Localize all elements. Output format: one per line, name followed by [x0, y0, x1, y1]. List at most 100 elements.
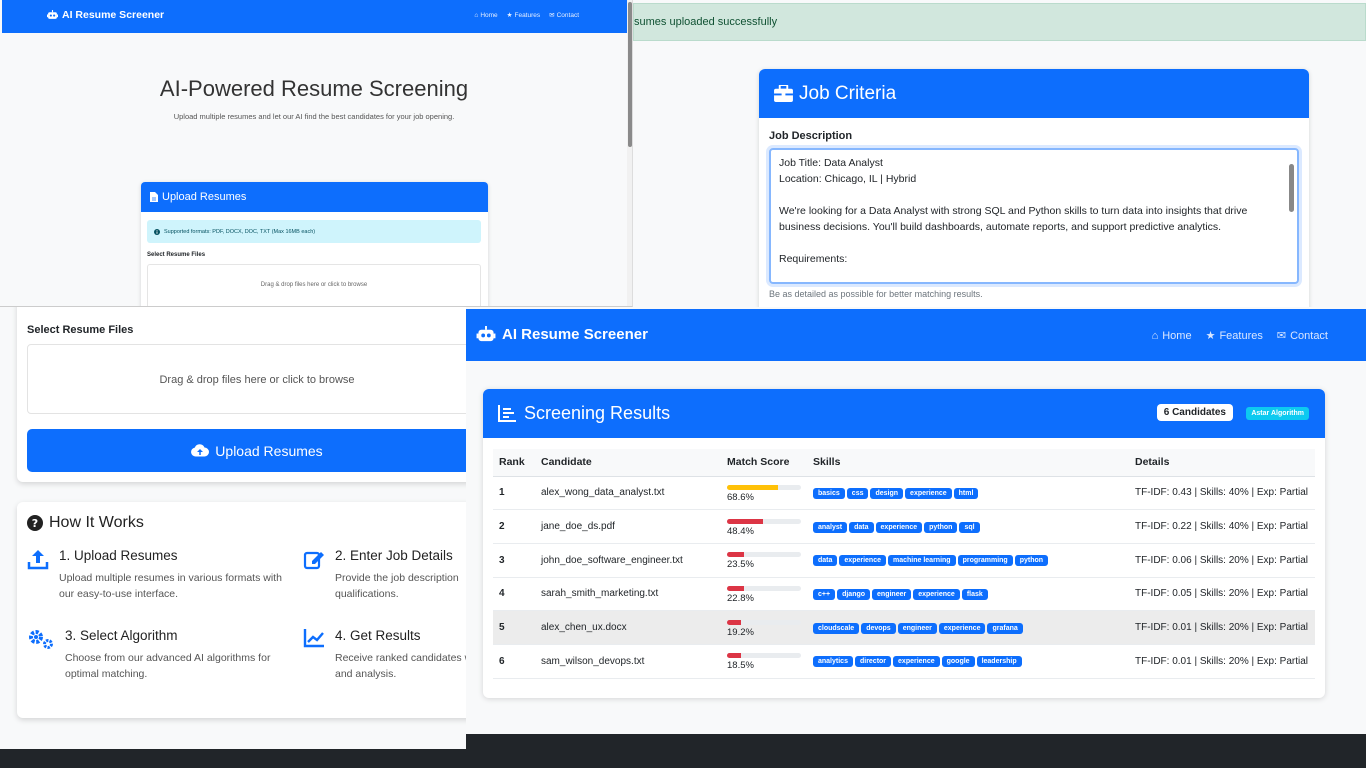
line-chart-icon	[303, 628, 325, 648]
upload-icon	[27, 548, 49, 570]
textarea-scrollbar-thumb[interactable]	[1289, 164, 1294, 212]
header-candidate: Candidate	[535, 449, 721, 477]
svg-text:?: ?	[32, 517, 38, 530]
rank-cell: 1	[493, 476, 535, 511]
skill-badge: experience	[875, 521, 923, 533]
question-circle-icon: ?	[27, 515, 43, 531]
skill-badge: experience	[905, 487, 952, 499]
score-bar-fill	[727, 619, 742, 625]
candidate-cell: alex_chen_ux.docx	[535, 610, 721, 645]
table-row[interactable]: 5 alex_chen_ux.docx 19.2% cloudscale devops e…	[493, 610, 1315, 645]
candidate-cell: alex_wong_data_analyst.txt	[535, 476, 721, 511]
drop-zone[interactable]: Drag & drop files here or click to brows…	[147, 264, 481, 306]
upload-resumes-button[interactable]: Upload Resumes	[27, 429, 466, 472]
navbar: AI Resume Screener ⌂ Home ★ Features ✉ Cont…	[466, 309, 1366, 361]
briefcase-icon	[774, 85, 793, 102]
skill-badge: machine learning	[888, 555, 956, 567]
score-bar-fill	[727, 585, 744, 591]
page-scrollbar[interactable]	[627, 0, 632, 306]
table-row[interactable]: 4 sarah_smith_marketing.txt 22.8% c++ django…	[493, 577, 1315, 612]
upload-card: Upload Resumes Supported formats: PDF, D…	[141, 182, 488, 306]
job-description-textarea[interactable]: Job Title: Data Analyst Location: Chicag…	[769, 148, 1299, 284]
page-footer	[0, 749, 466, 768]
skill-badge: experience	[913, 588, 960, 600]
list-icon	[498, 405, 516, 422]
how-it-works-title: ? How It Works	[27, 514, 144, 532]
scrollbar-thumb[interactable]	[628, 2, 632, 147]
table-row[interactable]: 1 alex_wong_data_analyst.txt 68.6% basics cs…	[493, 476, 1315, 511]
score-percent: 68.6%	[727, 491, 754, 503]
skill-badge: engineer	[872, 588, 912, 600]
files-label: Select Resume Files	[27, 324, 134, 336]
match-score-cell: 68.6%	[721, 476, 807, 511]
nav-home[interactable]: ⌂ Home	[1152, 329, 1192, 342]
nav-contact[interactable]: ✉ Contact	[1277, 329, 1328, 343]
nav-features[interactable]: ★ Features	[1205, 329, 1263, 343]
landing-screenshot-panel: AI Resume Screener ⌂ Home ★ Features ✉ Cont…	[0, 0, 633, 307]
envelope-icon: ✉	[549, 12, 555, 19]
rank-cell: 2	[493, 509, 535, 544]
skill-badge: grafana	[987, 622, 1023, 634]
table-row[interactable]: 3 john_doe_software_engineer.txt 23.5% data…	[493, 543, 1315, 578]
rank-cell: 5	[493, 610, 535, 645]
score-percent: 48.4%	[727, 525, 754, 537]
skill-badge: experience	[839, 555, 886, 567]
candidate-cell: sarah_smith_marketing.txt	[535, 577, 721, 612]
robot-icon	[476, 326, 496, 343]
brand-link[interactable]: AI Resume Screener	[47, 9, 164, 21]
details-cell: TF-IDF: 0.06 | Skills: 20% | Exp: Partia…	[1129, 543, 1315, 578]
edit-icon	[303, 548, 325, 570]
rank-cell: 6	[493, 644, 535, 679]
match-score-cell: 18.5%	[721, 644, 807, 679]
navbar: AI Resume Screener ⌂ Home ★ Features ✉ Cont…	[2, 0, 627, 33]
nav-contact[interactable]: ✉ Contact	[549, 11, 579, 20]
skill-badge: programming	[957, 555, 1013, 567]
skill-badge: css	[846, 487, 869, 499]
cloud-upload-icon	[191, 444, 210, 457]
star-icon: ★	[1205, 330, 1216, 342]
skill-badge: cloudscale	[813, 622, 860, 634]
skills-cell: data experience machine learning programmin…	[807, 543, 1129, 578]
results-title: Screening Results	[524, 403, 671, 423]
match-score-cell: 48.4%	[721, 509, 807, 544]
skill-badge: experience	[893, 656, 940, 668]
score-percent: 23.5%	[727, 559, 754, 571]
score-percent: 22.8%	[727, 592, 754, 604]
score-bar	[727, 585, 801, 591]
skill-badge: devops	[861, 622, 896, 634]
textarea-scrollbar[interactable]	[1288, 154, 1294, 280]
header-details: Details	[1129, 449, 1315, 477]
job-criteria-header: Job Criteria	[759, 69, 1309, 118]
details-cell: TF-IDF: 0.05 | Skills: 20% | Exp: Partia…	[1129, 577, 1315, 612]
hero-subtitle: Upload multiple resumes and let our AI f…	[173, 112, 455, 121]
nav-features[interactable]: ★ Features	[507, 11, 540, 20]
skills-cell: cloudscale devops engineer experience grafan…	[807, 610, 1129, 645]
score-bar	[727, 518, 801, 524]
table-row[interactable]: 6 sam_wilson_devops.txt 18.5% analytics dire…	[493, 644, 1315, 679]
candidate-cell: john_doe_software_engineer.txt	[535, 543, 721, 578]
score-bar-fill	[727, 653, 741, 659]
job-criteria-screenshot-panel: sumes uploaded successfully Job Criteria…	[633, 0, 1366, 307]
brand-link[interactable]: AI Resume Screener	[476, 326, 648, 343]
skills-cell: analyst data experience python sql	[807, 509, 1129, 544]
skill-badge: leadership	[976, 656, 1022, 668]
drop-zone[interactable]: Drag & drop files here or click to brows…	[27, 344, 466, 414]
screening-results-card: Screening Results 6 Candidates Astar Alg…	[483, 389, 1325, 698]
details-cell: TF-IDF: 0.43 | Skills: 40% | Exp: Partia…	[1129, 476, 1315, 511]
rank-cell: 4	[493, 577, 535, 612]
robot-icon	[47, 10, 58, 20]
skill-badge: sql	[959, 521, 980, 533]
nav-home[interactable]: ⌂ Home	[474, 11, 497, 19]
hero-title: AI-Powered Resume Screening	[159, 76, 469, 101]
skill-badge: experience	[938, 622, 986, 634]
results-screenshot-panel: AI Resume Screener ⌂ Home ★ Features ✉ Cont…	[466, 307, 1366, 768]
home-icon: ⌂	[474, 11, 479, 19]
header-skills: Skills	[807, 449, 1129, 477]
details-cell: TF-IDF: 0.01 | Skills: 20% | Exp: Partia…	[1129, 610, 1315, 645]
match-score-cell: 22.8%	[721, 577, 807, 612]
results-table: Rank Candidate Match Score Skills Detail…	[493, 449, 1315, 679]
info-icon	[154, 228, 160, 235]
results-header: Screening Results 6 Candidates Astar Alg…	[483, 389, 1325, 438]
table-row[interactable]: 2 jane_doe_ds.pdf 48.4% analyst data experien…	[493, 509, 1315, 544]
score-bar	[727, 619, 801, 625]
